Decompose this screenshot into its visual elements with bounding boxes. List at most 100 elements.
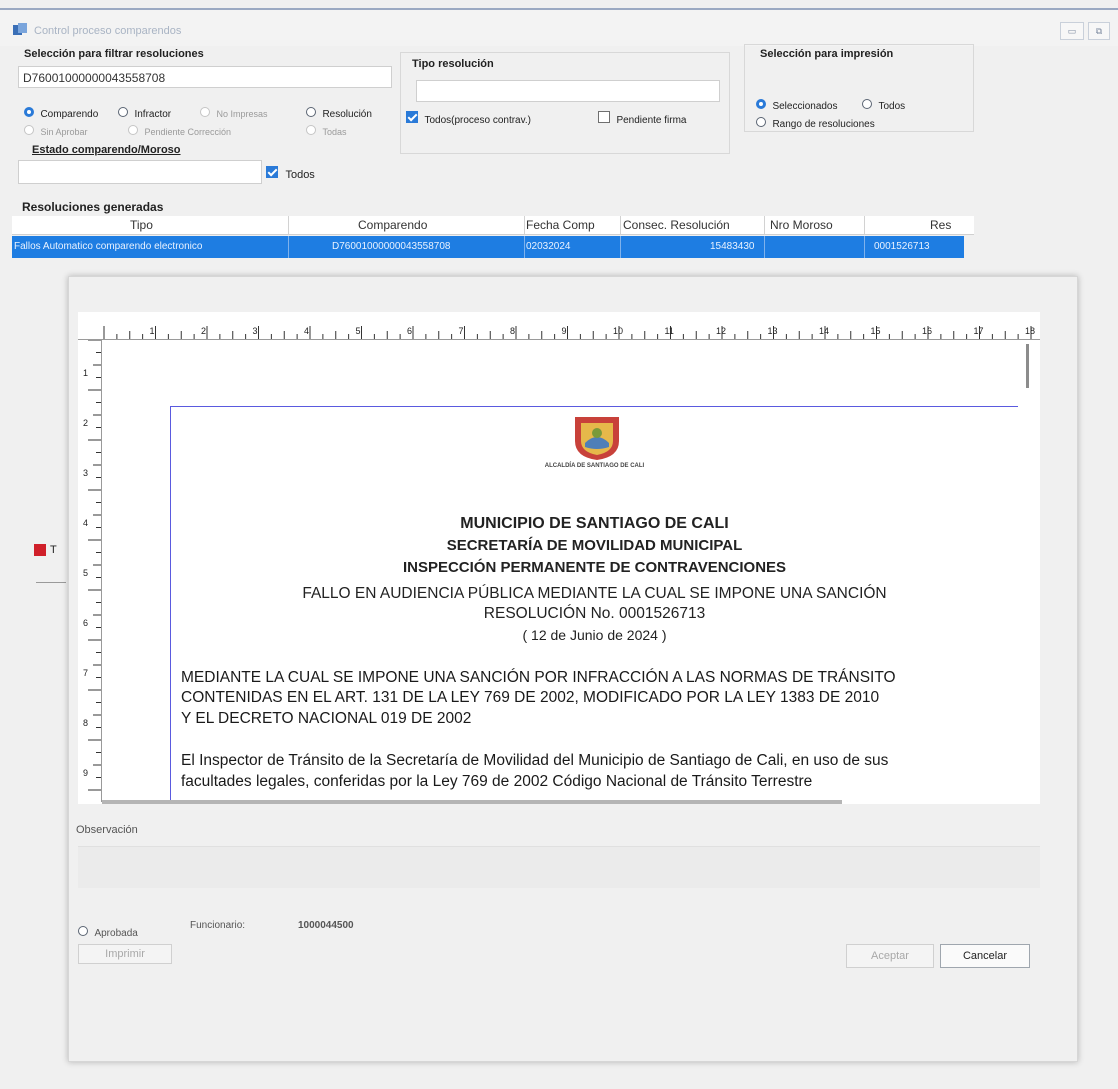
preview-horizontal-scrollbar[interactable] (102, 800, 842, 804)
observation-field[interactable] (78, 846, 1040, 888)
ruler-number: 17 (974, 326, 984, 336)
grid-label: Resoluciones generadas (22, 200, 164, 214)
cell-separator (764, 236, 765, 258)
cell-separator (288, 236, 289, 258)
horizontal-ruler-ticks: 1 2 3 4 5 6 7 8 9 10 11 12 13 14 15 16 17 18 (103, 326, 1035, 339)
filter-search-value: D76001000000043558708 (23, 71, 166, 85)
radio-pendiente-correccion-label: Pendiente Corrección (144, 127, 232, 137)
radio-seleccionados[interactable]: Seleccionados (756, 96, 838, 114)
column-header-res[interactable]: Res (930, 218, 951, 232)
column-separator[interactable] (524, 216, 525, 234)
radio-resolucion-label: Resolución (322, 109, 372, 120)
radio-pendiente-correccion: Pendiente Corrección (128, 122, 231, 140)
ruler-number: 6 (407, 326, 412, 336)
ruler-number: 2 (201, 326, 206, 336)
pendiente-firma-checkbox[interactable]: Pendiente firma (598, 110, 687, 128)
tipo-label: Tipo resolución (412, 58, 494, 70)
doc-subheading-fallo: FALLO EN AUDIENCIA PÚBLICA MEDIANTE LA C… (302, 585, 887, 602)
radio-resolucion-indicator[interactable] (306, 107, 316, 117)
grid-header: Tipo Comparendo Fecha Comp Consec. Resol… (12, 216, 974, 235)
radio-comparendo-indicator[interactable] (24, 107, 34, 117)
preview-vertical-scrollbar[interactable] (1026, 344, 1029, 388)
column-header-tipo[interactable]: Tipo (130, 218, 153, 232)
observation-label: Observación (76, 824, 138, 836)
doc-paragraph-line: facultades legales, conferidas por la Le… (181, 773, 813, 790)
cell-separator (620, 236, 621, 258)
column-separator[interactable] (864, 216, 865, 234)
cell-tipo: Fallos Automatico comparendo electronico (14, 241, 203, 252)
radio-resolucion[interactable]: Resolución (306, 104, 372, 122)
cell-consec: 15483430 (710, 241, 755, 252)
table-row[interactable]: Fallos Automatico comparendo electronico… (12, 236, 964, 258)
column-header-nro-moroso[interactable]: Nro Moroso (770, 218, 833, 232)
maximize-button[interactable]: ⧉ (1088, 22, 1110, 40)
app-icon (13, 23, 27, 35)
radio-todos-print[interactable]: Todos (862, 96, 905, 114)
ruler-number: 4 (304, 326, 309, 336)
doc-paragraph-line: Y EL DECRETO NACIONAL 019 DE 2002 (181, 710, 472, 727)
column-header-consec[interactable]: Consec. Resolución (623, 218, 730, 232)
funcionario-value: 1000044500 (298, 920, 354, 931)
window-title: Control proceso comparendos (34, 25, 182, 37)
ruler-number: 9 (562, 326, 567, 336)
ruler-number: 16 (922, 326, 932, 336)
ruler-number: 7 (83, 668, 88, 678)
doc-heading-municipio: MUNICIPIO DE SANTIAGO DE CALI (460, 515, 729, 532)
ruler-number: 9 (83, 768, 88, 778)
pendiente-firma-label: Pendiente firma (616, 115, 687, 126)
print-selection-label: Selección para impresión (760, 48, 894, 60)
imprimir-button[interactable]: Imprimir (78, 944, 172, 964)
ruler-number: 13 (768, 326, 778, 336)
doc-heading-inspeccion: INSPECCIÓN PERMANENTE DE CONTRAVENCIONES (402, 559, 787, 576)
estado-label: Estado comparendo/Moroso (32, 144, 181, 156)
todos-proceso-checkbox[interactable]: Todos(proceso contrav.) (406, 110, 531, 128)
vertical-ruler-ticks: 1 2 3 4 5 6 7 8 9 (83, 339, 101, 791)
column-separator[interactable] (620, 216, 621, 234)
radio-comparendo[interactable]: Comparendo (24, 104, 98, 122)
radio-infractor[interactable]: Infractor (118, 104, 171, 122)
todos-checkbox-indicator[interactable] (266, 166, 278, 178)
radio-infractor-indicator[interactable] (118, 107, 128, 117)
radio-no-impresas-indicator (200, 107, 210, 117)
radio-comparendo-label: Comparendo (40, 109, 99, 120)
pendiente-firma-indicator[interactable] (598, 111, 610, 123)
ruler-number: 8 (83, 718, 88, 728)
todos-checkbox[interactable]: Todos (266, 165, 315, 183)
tipo-input[interactable] (416, 80, 720, 102)
radio-seleccionados-indicator[interactable] (756, 99, 766, 109)
radio-infractor-label: Infractor (134, 109, 172, 120)
cancelar-button[interactable]: Cancelar (940, 944, 1030, 968)
status-color-indicator (34, 544, 46, 556)
restore-button[interactable]: ▭ (1060, 22, 1084, 40)
aceptar-button[interactable]: Aceptar (846, 944, 934, 968)
column-header-fecha[interactable]: Fecha Comp (526, 218, 595, 232)
doc-date: ( 12 de Junio de 2024 ) (522, 627, 667, 643)
ruler-number: 12 (716, 326, 726, 336)
estado-input[interactable] (18, 160, 262, 184)
filter-search-input[interactable]: D76001000000043558708 (18, 66, 392, 88)
funcionario-label: Funcionario: (190, 920, 246, 931)
ruler-number: 2 (83, 418, 88, 428)
todos-proceso-indicator[interactable] (406, 111, 418, 123)
cell-fecha: 02032024 (526, 241, 571, 252)
aprobada-radio-indicator[interactable] (78, 926, 88, 936)
ruler-number: 15 (871, 326, 881, 336)
ruler-number: 1 (150, 326, 155, 336)
radio-rango[interactable]: Rango de resoluciones (756, 114, 875, 132)
cell-res: 0001526713 (874, 241, 930, 252)
doc-paragraph-line: CONTENIDAS EN EL ART. 131 DE LA LEY 769 … (181, 689, 880, 706)
radio-sin-aprobar-label: Sin Aprobar (40, 127, 88, 137)
radio-todas-label: Todas (322, 127, 347, 137)
column-header-comparendo[interactable]: Comparendo (358, 218, 427, 232)
aprobada-radio[interactable]: Aprobada (78, 923, 138, 941)
column-separator[interactable] (288, 216, 289, 234)
radio-rango-indicator[interactable] (756, 117, 766, 127)
column-separator[interactable] (764, 216, 765, 234)
document-page: ALCALDÍA DE SANTIAGO DE CALI MUNICIPIO D… (170, 406, 1018, 802)
radio-todos-print-indicator[interactable] (862, 99, 872, 109)
background-label-fragment: T (50, 544, 57, 556)
ruler-number: 11 (665, 326, 674, 336)
doc-paragraph-line: El Inspector de Tránsito de la Secretarí… (181, 752, 889, 769)
ruler-number: 6 (83, 618, 88, 628)
radio-todas: Todas (306, 122, 346, 140)
